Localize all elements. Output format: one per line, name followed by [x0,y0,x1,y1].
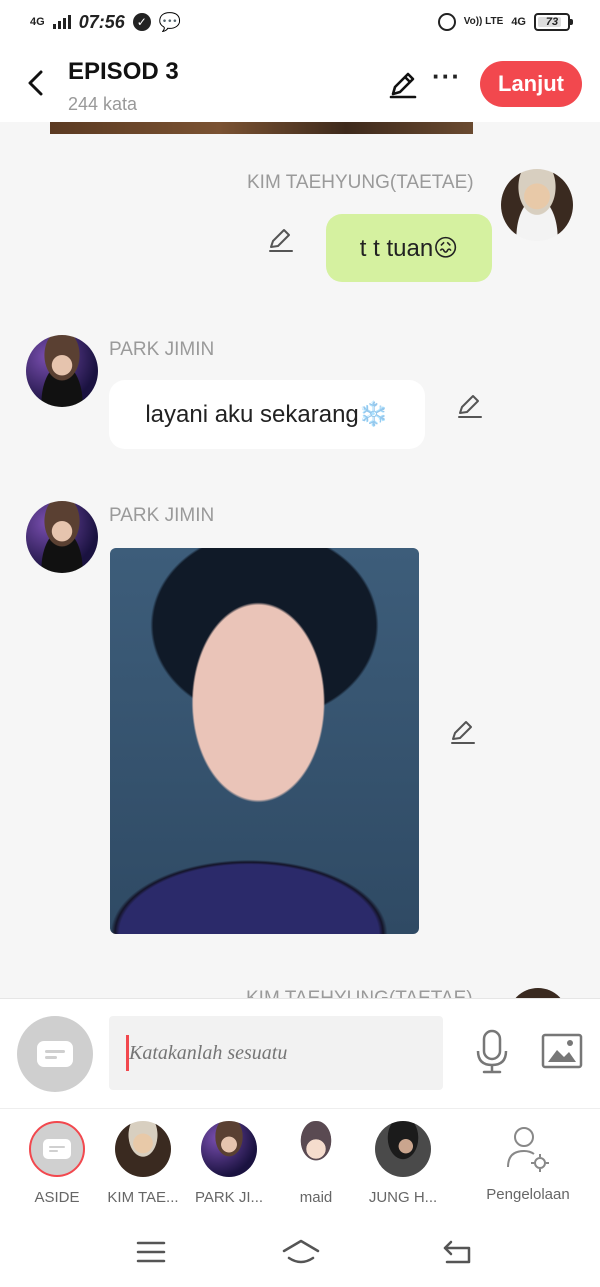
back-button[interactable] [20,66,50,100]
avatar [201,1121,257,1177]
message-photo[interactable] [110,548,419,934]
character-maid[interactable]: maid [268,1121,364,1206]
character-kim-taehyung[interactable]: KIM TAE... [95,1121,191,1206]
volte-indicator: Vo)) LTE [463,16,504,27]
character-label: maid [299,1189,333,1206]
character-label: JUNG H... [368,1189,438,1206]
message-bubble[interactable]: t t tuan😖 [326,214,492,282]
message-bubble[interactable]: layani aku sekarang❄️ [109,380,425,449]
aside-icon [29,1121,85,1177]
back-nav-icon[interactable] [441,1238,475,1266]
user-settings-icon [507,1127,549,1172]
character-label: KIM TAE... [107,1189,179,1206]
edit-pencil-icon[interactable] [449,718,477,746]
sender-name: KIM TAEHYUNG(TAETAE) [246,988,473,998]
network-type-right: 4G [511,16,526,28]
network-type: 4G [30,16,45,28]
sender-name: PARK JIMIN [109,339,215,360]
text-caret [126,1035,129,1071]
image-icon[interactable] [541,1033,583,1069]
avatar-kim-taehyung[interactable] [508,988,568,998]
menu-icon[interactable] [134,1238,168,1266]
avatar [288,1121,344,1177]
signal-icon [52,15,71,29]
microphone-icon[interactable] [474,1029,510,1075]
aside-toggle-button[interactable] [17,1016,93,1092]
character-aside[interactable]: ASIDE [9,1121,105,1206]
avatar-kim-taehyung[interactable] [501,169,573,241]
sender-name: PARK JIMIN [109,505,215,526]
chat-bubble-icon: 💬 [158,11,182,32]
avatar-park-jimin[interactable] [26,501,98,573]
avatar [375,1121,431,1177]
edit-pencil-icon[interactable] [267,226,295,254]
character-selector: ASIDE KIM TAE... PARK JI... maid JUNG H.… [0,1108,600,1216]
avatar [115,1121,171,1177]
character-park-jimin[interactable]: PARK JI... [181,1121,277,1206]
word-count: 244 kata [68,94,138,114]
message-input[interactable] [109,1016,443,1090]
character-jung[interactable]: JUNG H... [355,1121,451,1206]
chat-area[interactable]: KIM TAEHYUNG(TAETAE) t t tuan😖 PARK JIMI… [0,122,600,998]
input-bar [0,998,600,1108]
check-circle-icon: ✓ [132,13,151,31]
character-label: ASIDE [34,1189,80,1206]
previous-image[interactable] [50,122,473,134]
home-icon[interactable] [281,1238,321,1266]
edit-pencil-icon[interactable] [388,70,418,100]
system-nav-bar [0,1216,600,1287]
more-options-icon[interactable]: ··· [432,63,461,89]
character-management[interactable]: Pengelolaan [470,1121,586,1203]
character-label: Pengelolaan [486,1186,570,1203]
clock: 07:56 [78,11,125,32]
alarm-icon [437,13,456,31]
sender-name: KIM TAEHYUNG(TAETAE) [247,172,474,193]
avatar-park-jimin[interactable] [26,335,98,407]
battery-icon: 73 [534,13,573,31]
next-button[interactable]: Lanjut [480,61,582,107]
page-title: EPISOD 3 [68,58,179,85]
status-bar: 4G 07:56 ✓ 💬 Vo)) LTE 4G 73 [0,0,600,44]
character-label: PARK JI... [194,1189,264,1206]
episode-header: EPISOD 3 244 kata ··· Lanjut [0,44,600,122]
edit-pencil-icon[interactable] [456,392,484,420]
aside-icon [37,1041,73,1067]
chevron-left-icon [28,70,43,96]
battery-level: 73 [545,16,559,28]
